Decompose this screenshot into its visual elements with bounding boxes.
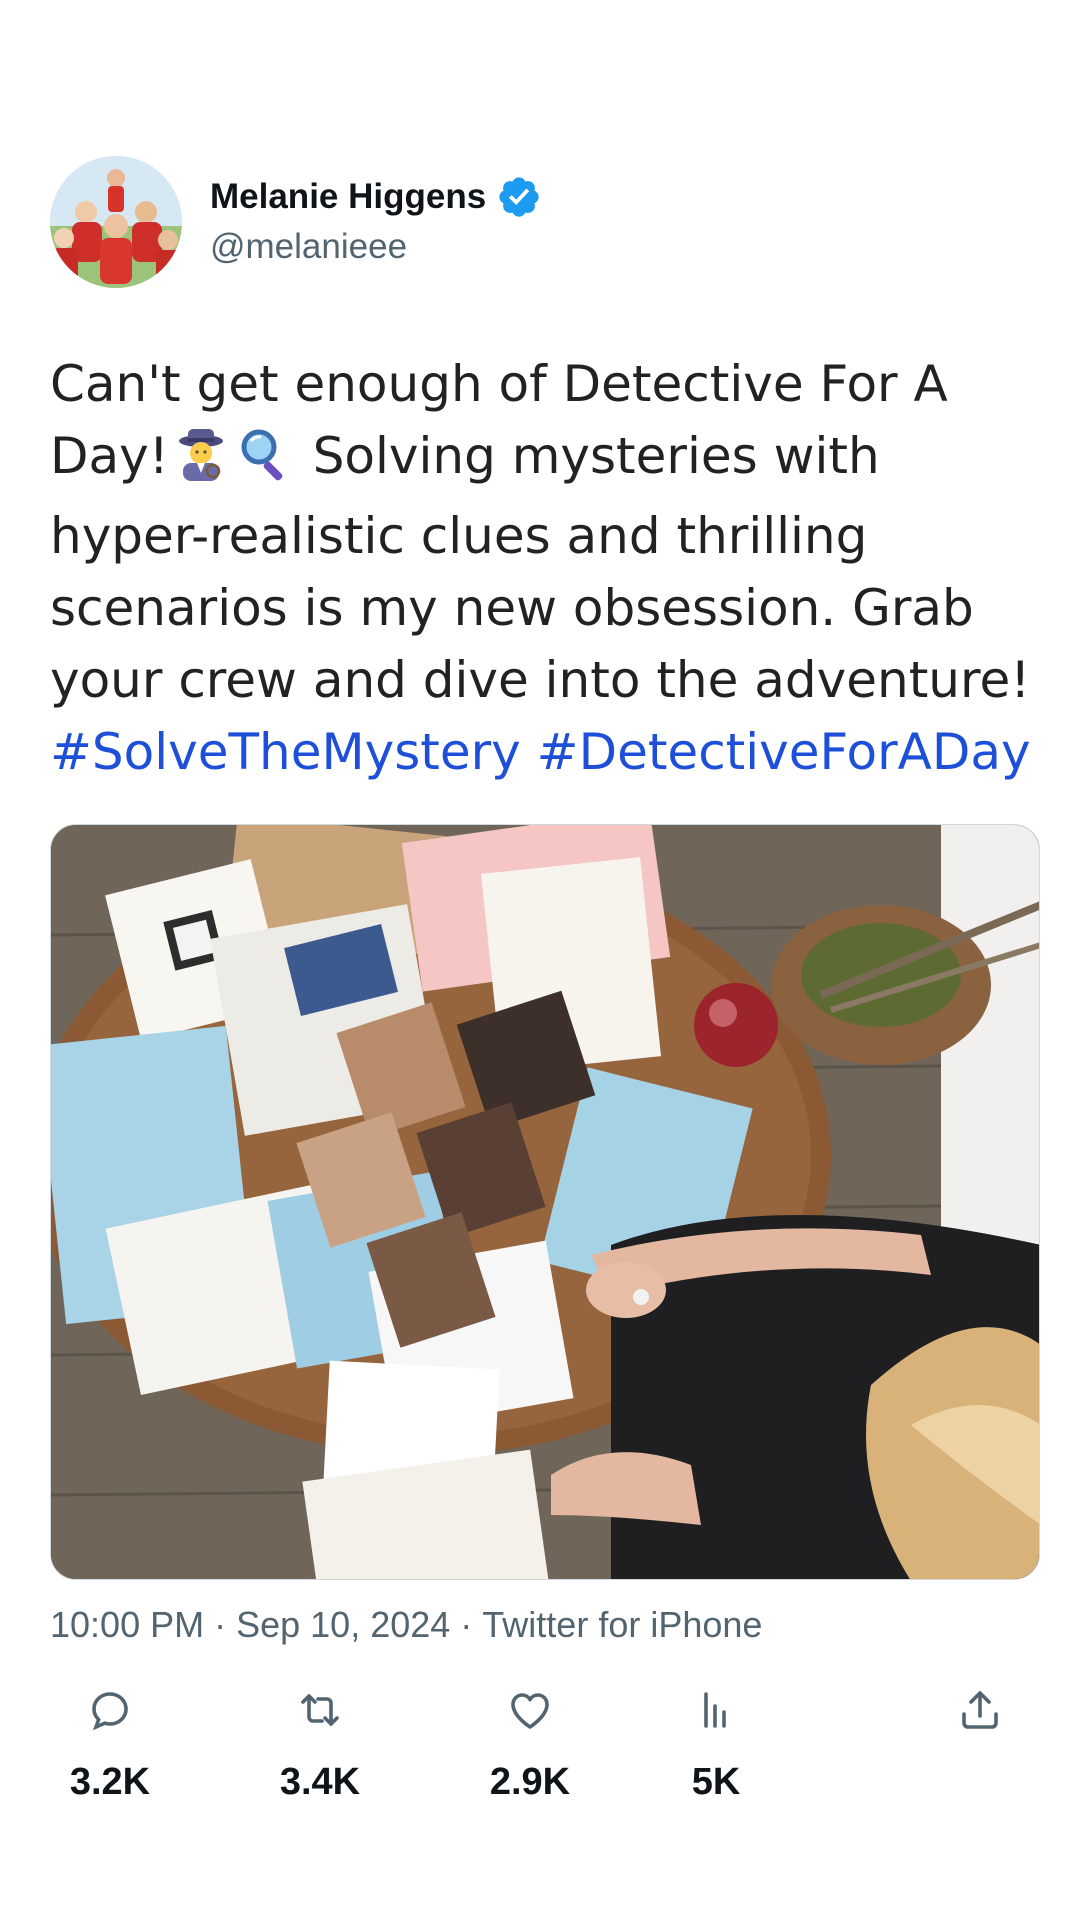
- reply-button[interactable]: 3.2K: [40, 1686, 180, 1804]
- tweet-header: Melanie Higgens @melanieee: [50, 156, 1040, 288]
- tweet-source[interactable]: Twitter for iPhone: [482, 1602, 762, 1648]
- handle[interactable]: @melanieee: [210, 224, 542, 270]
- tweet: Melanie Higgens @melanieee Can't get eno…: [50, 156, 1040, 1816]
- avatar-image: [50, 156, 182, 288]
- meta-separator: ·: [460, 1604, 473, 1645]
- avatar[interactable]: [50, 156, 182, 288]
- magnifying-glass-emoji-icon: [239, 427, 291, 500]
- hashtag-link[interactable]: #DetectiveForADay: [537, 723, 1031, 781]
- tweet-media-image[interactable]: [50, 824, 1040, 1580]
- display-name[interactable]: Melanie Higgens: [210, 175, 486, 219]
- retweet-icon: [301, 1694, 339, 1726]
- heart-icon: [511, 1693, 549, 1729]
- share-button[interactable]: [910, 1686, 1050, 1734]
- tweet-text: Can't get enough of Detective For A Day!…: [50, 348, 1040, 788]
- reply-icon: [92, 1692, 128, 1731]
- share-icon: [962, 1691, 998, 1729]
- like-count: 2.9K: [489, 1761, 571, 1803]
- verified-badge-icon: [499, 177, 539, 217]
- hashtag-link[interactable]: #SolveTheMystery: [50, 723, 521, 781]
- views-button[interactable]: 5K: [646, 1686, 786, 1804]
- like-button[interactable]: 2.9K: [460, 1686, 600, 1804]
- detective-emoji-icon: [175, 427, 227, 500]
- tweet-date[interactable]: Sep 10, 2024: [236, 1602, 450, 1648]
- author-names: Melanie Higgens @melanieee: [210, 174, 542, 270]
- tweet-actions: 3.2K 3.4K 2.9K 5K: [50, 1686, 1040, 1816]
- media-photo: [51, 825, 1039, 1579]
- retweet-count: 3.4K: [279, 1761, 361, 1803]
- meta-separator: ·: [214, 1604, 227, 1645]
- name-row: Melanie Higgens: [210, 174, 542, 220]
- views-icon: [704, 1692, 726, 1728]
- retweet-button[interactable]: 3.4K: [250, 1686, 390, 1804]
- tweet-meta: 10:00 PM · Sep 10, 2024 · Twitter for iP…: [50, 1602, 1040, 1648]
- tweet-time[interactable]: 10:00 PM: [50, 1602, 204, 1648]
- reply-count: 3.2K: [69, 1761, 151, 1803]
- views-count: 5K: [691, 1761, 741, 1803]
